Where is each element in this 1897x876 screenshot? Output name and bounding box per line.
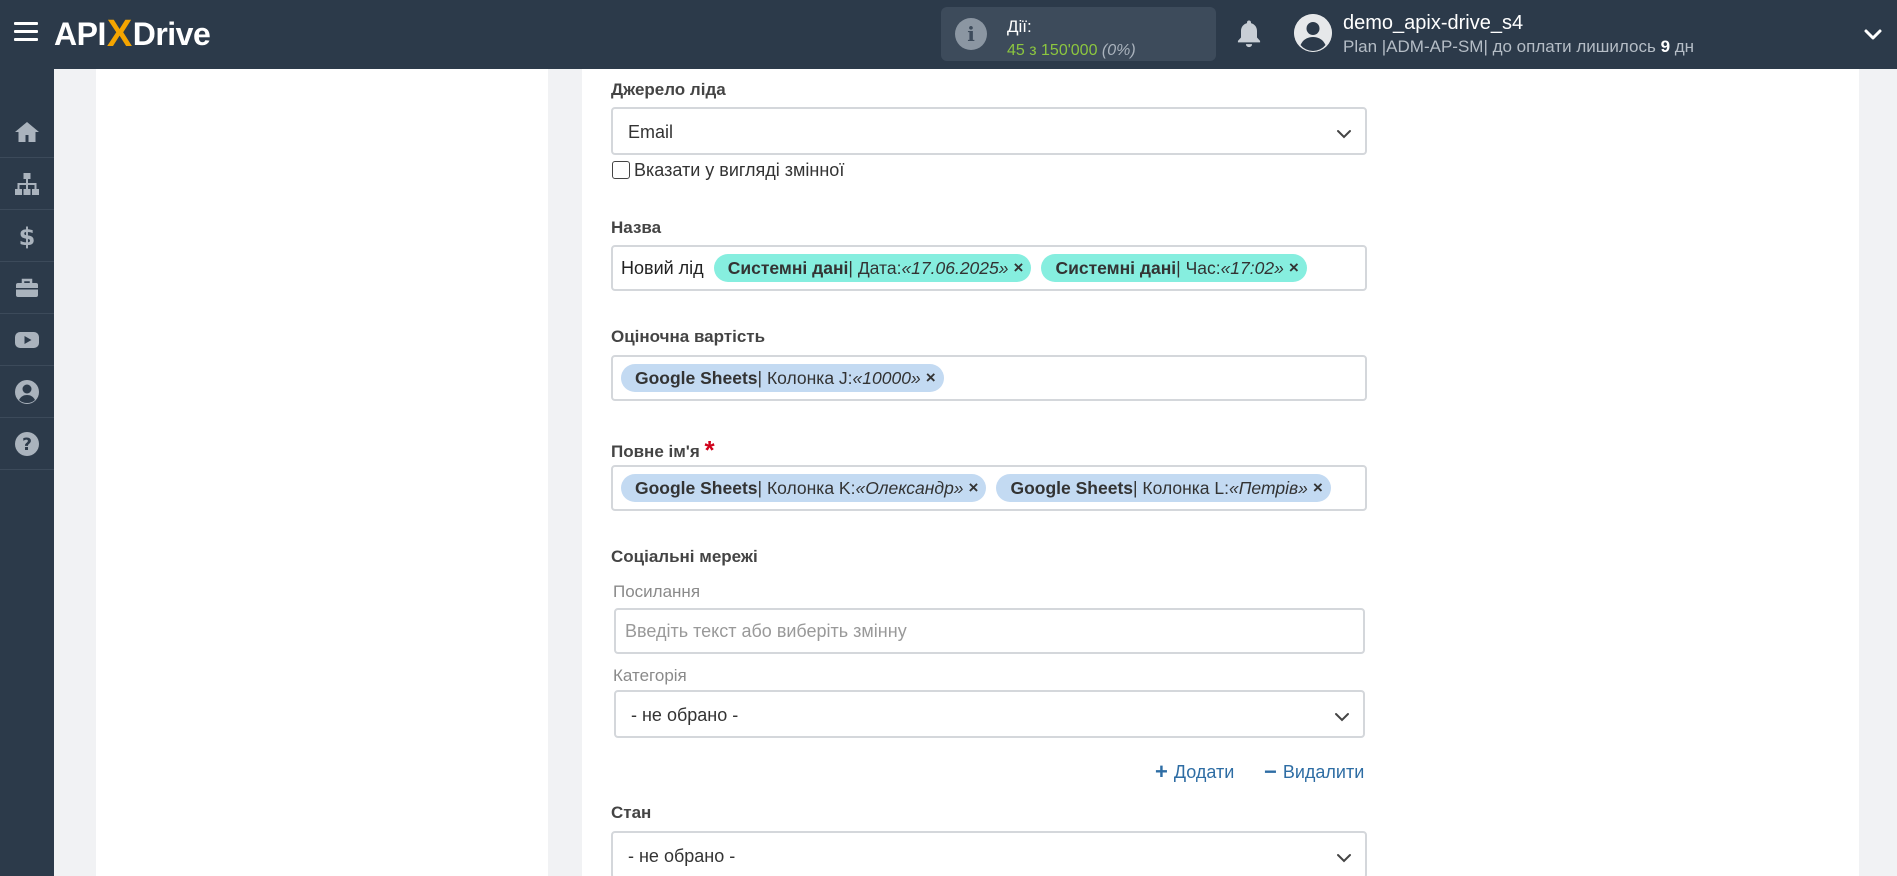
- name-label: Назва: [611, 218, 662, 237]
- tag-field: | Час:: [1176, 257, 1221, 278]
- panel-gap: [548, 69, 582, 876]
- sidebar-item-video[interactable]: [0, 314, 54, 366]
- social-networks-label: Соціальні мережі: [611, 547, 758, 566]
- sidebar-item-connections[interactable]: [0, 158, 54, 210]
- user-circle-icon: [15, 379, 39, 404]
- avatar-icon[interactable]: [1294, 14, 1332, 52]
- tag-value: «17.06.2025»: [901, 257, 1009, 278]
- sidebar-item-account[interactable]: [0, 366, 54, 418]
- name-plain-text: Новий лід: [621, 257, 704, 278]
- as-variable-checkbox[interactable]: [612, 161, 630, 179]
- tag-source: Системні дані: [1055, 257, 1177, 278]
- question-circle-icon: ?: [15, 431, 39, 456]
- tag-value: «10000»: [852, 367, 921, 388]
- variable-tag: Google Sheets | Колонка J: «10000» ×: [621, 364, 944, 392]
- sidebar-item-services[interactable]: [0, 262, 54, 314]
- category-value: - не обрано -: [631, 705, 739, 725]
- full-name-label-text: Повне ім'я: [611, 442, 700, 461]
- lead-source-value: Email: [628, 122, 674, 142]
- svg-text:$: $: [19, 223, 36, 250]
- minus-icon: −: [1264, 759, 1277, 784]
- chevron-down-icon: [1335, 713, 1349, 722]
- variable-tag: Google Sheets | Колонка L: «Петрів» ×: [996, 474, 1331, 502]
- remove-tag-icon[interactable]: ×: [969, 478, 979, 498]
- remove-button[interactable]: − Видалити: [1264, 758, 1364, 784]
- chevron-down-icon[interactable]: [1862, 24, 1884, 46]
- lead-source-select[interactable]: Email: [611, 107, 1367, 155]
- tag-source: Google Sheets: [635, 477, 758, 498]
- apixdrive-logo[interactable]: API X Drive: [54, 12, 211, 55]
- link-input[interactable]: [616, 610, 1363, 652]
- full-name-field[interactable]: Google Sheets | Колонка K: «Олександр» × …: [611, 465, 1367, 511]
- estimated-value-label: Оціночна вартість: [611, 327, 766, 346]
- variable-tag: Системні дані | Дата: «17.06.2025» ×: [713, 254, 1032, 282]
- variable-tag: Системні дані | Час: «17:02» ×: [1041, 254, 1307, 282]
- info-icon: i: [955, 18, 987, 50]
- chevron-down-icon: [1337, 854, 1351, 863]
- actions-count: 45 з 150'000 (0%): [1007, 42, 1136, 60]
- tag-field: | Колонка L:: [1133, 477, 1230, 498]
- tag-field: | Колонка J:: [757, 367, 853, 388]
- svg-text:?: ?: [22, 435, 32, 455]
- plus-icon: +: [1155, 759, 1168, 784]
- dollar-icon: $: [19, 223, 36, 250]
- youtube-icon: [15, 331, 39, 348]
- sidebar: $ ?: [0, 69, 54, 876]
- briefcase-icon: [16, 278, 38, 297]
- tag-value: «17:02»: [1220, 257, 1284, 278]
- add-label: Додати: [1173, 762, 1235, 782]
- tag-source: Google Sheets: [1010, 477, 1134, 498]
- tag-value: «Петрів»: [1229, 477, 1308, 498]
- link-label: Посилання: [613, 582, 701, 601]
- tag-field: | Колонка K:: [757, 477, 856, 498]
- category-select[interactable]: - не обрано -: [614, 690, 1365, 738]
- home-icon: [15, 121, 39, 142]
- actions-percent: (0%): [1101, 42, 1136, 59]
- tag-source: Системні дані: [727, 257, 849, 278]
- left-panel: [96, 69, 548, 876]
- user-plan: Plan |ADM-AP-SM| до оплати лишилось 9 дн: [1343, 37, 1694, 57]
- status-value: - не обрано -: [628, 846, 736, 866]
- full-name-label: Повне ім'я *: [611, 433, 715, 465]
- tag-field: | Дата:: [848, 257, 902, 278]
- sidebar-item-billing[interactable]: $: [0, 210, 54, 262]
- lead-source-label: Джерело ліда: [611, 80, 726, 99]
- sitemap-icon: [15, 172, 39, 195]
- remove-tag-icon[interactable]: ×: [1014, 258, 1024, 278]
- logo-text-api: API: [54, 15, 106, 52]
- estimated-value-field[interactable]: Google Sheets | Колонка J: «10000» ×: [611, 355, 1367, 401]
- plan-days: 9: [1660, 37, 1671, 56]
- status-label: Стан: [611, 803, 652, 822]
- variable-tag: Google Sheets | Колонка K: «Олександр» ×: [621, 474, 987, 502]
- plan-text: Plan |ADM-AP-SM| до оплати лишилось: [1343, 37, 1656, 56]
- remove-tag-icon[interactable]: ×: [1313, 478, 1323, 498]
- tag-value: «Олександр»: [855, 477, 964, 498]
- actions-label: Дії:: [1007, 17, 1032, 36]
- tag-source: Google Sheets: [635, 367, 758, 388]
- chevron-down-icon: [1337, 130, 1351, 139]
- remove-tag-icon[interactable]: ×: [1289, 258, 1299, 278]
- as-variable-label: Вказати у вигляді змінної: [634, 160, 845, 180]
- link-input-wrapper: [614, 608, 1365, 654]
- required-mark: *: [704, 435, 715, 465]
- logo-text-drive: Drive: [132, 15, 211, 52]
- add-button[interactable]: + Додати: [1155, 758, 1234, 784]
- category-label: Категорія: [613, 666, 687, 685]
- actions-counter: i Дії: 45 з 150'000 (0%): [941, 7, 1216, 61]
- remove-label: Видалити: [1282, 762, 1365, 782]
- sidebar-item-home[interactable]: [0, 106, 54, 158]
- bell-icon[interactable]: [1234, 18, 1264, 50]
- user-name[interactable]: demo_apix-drive_s4: [1343, 12, 1523, 35]
- top-bar: API X Drive i Дії: 45 з 150'000 (0%) demo_…: [0, 0, 1897, 69]
- actions-count-value: 45 з 150'000: [1007, 42, 1098, 59]
- sidebar-item-help[interactable]: ?: [0, 418, 54, 470]
- status-select[interactable]: - не обрано -: [611, 831, 1367, 876]
- menu-icon[interactable]: [14, 22, 38, 46]
- plan-days-unit: дн: [1674, 37, 1695, 56]
- remove-tag-icon[interactable]: ×: [926, 368, 936, 388]
- name-field[interactable]: Новий лід Системні дані | Дата: «17.06.2…: [611, 245, 1367, 291]
- logo-text-x: X: [106, 12, 132, 55]
